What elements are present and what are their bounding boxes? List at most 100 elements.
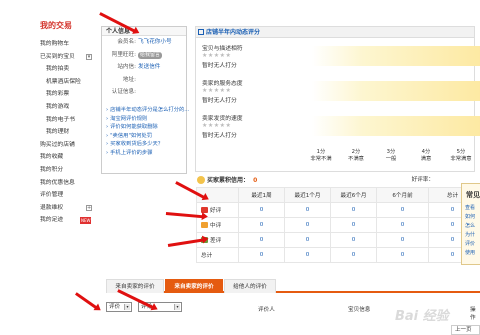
sidebar-item-label: 我的积分 — [40, 166, 64, 173]
credit-row-name: 好评 — [210, 208, 222, 214]
rating-select[interactable]: 评价 ▾ — [106, 302, 132, 312]
info-key: 认证信息: — [111, 89, 136, 96]
tab-given-to-others[interactable]: 给他人的评价 — [224, 279, 276, 293]
scale-step: 2分 不满意 — [341, 149, 371, 163]
scale-step: 5分 非常满意 — [446, 149, 476, 163]
credit-count-link[interactable]: 0 — [284, 247, 331, 263]
credit-count-link[interactable]: 0 — [330, 217, 377, 233]
wangwang-message-button[interactable]: 给我留言 — [138, 51, 163, 59]
credit-count-link[interactable]: 0 — [238, 247, 285, 263]
chevron-down-icon: ▾ — [174, 304, 180, 310]
credit-count-link[interactable]: 0 — [376, 232, 429, 248]
credit-count-link[interactable]: 0 — [238, 217, 285, 233]
praise-rate-label: 好评率： — [411, 177, 434, 183]
sidebar-item[interactable]: 购买过的店铺 — [40, 139, 100, 152]
sidebar-item[interactable]: 我的游戏 — [40, 101, 100, 114]
help-link[interactable]: 淘宝网评价规则 — [106, 115, 189, 124]
faq-link[interactable]: 查看 — [462, 204, 480, 213]
faq-link[interactable]: 如何 — [462, 213, 480, 222]
sidebar-title: 我的交易 — [40, 21, 72, 30]
help-link[interactable]: 买家收到货后多少天？ — [106, 140, 189, 149]
sidebar-item[interactable]: 我的优惠信息 — [40, 177, 100, 190]
tab-from-seller[interactable]: 来自卖家的评价 — [106, 279, 164, 293]
sidebar-item-label: 我的游戏 — [46, 103, 70, 110]
info-value-link[interactable]: 飞飞花你小号 — [138, 39, 172, 45]
sidebar-item[interactable]: 退款维权 + — [40, 202, 100, 215]
rating-status: 暂时无人打分 — [202, 63, 237, 69]
info-key: 阿里旺旺: — [111, 51, 136, 58]
rating-label: 卖家的服务态度 — [202, 81, 243, 87]
rating-stars: ★★★★★ — [202, 87, 232, 94]
info-key: 会员名: — [117, 39, 136, 45]
sidebar-item[interactable]: 我的电子书 — [40, 114, 100, 127]
sidebar-item[interactable]: 我的收藏 — [40, 151, 100, 164]
help-link[interactable]: 手机上评价的步骤 — [106, 149, 189, 158]
sidebar-item[interactable]: 已买到的宝贝 ▾ — [40, 51, 100, 64]
credit-count-link[interactable]: 0 — [238, 202, 285, 218]
rating-label: 卖家发货的速度 — [202, 116, 243, 122]
rating-type-icon — [201, 222, 208, 228]
new-badge: NEW — [80, 217, 92, 225]
smile-icon — [197, 176, 205, 184]
sidebar-item-label: 我的购物车 — [40, 41, 69, 47]
scale-score: 3分 — [386, 149, 396, 155]
credit-count-link[interactable]: 0 — [376, 247, 429, 263]
credit-row: 差评 0 0 0 0 0 — [196, 232, 477, 248]
scale-step: 1分 非常不满 — [306, 149, 336, 163]
rating-stars: ★★★★★ — [202, 52, 232, 59]
credit-count-link[interactable]: 0 — [376, 202, 429, 218]
help-link[interactable]: 店铺半年动态评分是怎么打分的... — [106, 106, 189, 115]
sidebar-item[interactable]: 我的购物车 — [40, 38, 100, 51]
faq-link[interactable]: 为什 — [462, 231, 480, 240]
tab-from-buyer[interactable]: 来自卖家的评价 — [165, 279, 223, 293]
faq-link[interactable]: 怎么 — [462, 222, 480, 231]
sidebar-item-label: 评价管理 — [40, 192, 64, 199]
credit-count-link[interactable]: 0 — [330, 202, 377, 218]
rating-row: 卖家发货的速度 ★★★★★ 暂时无人打分 — [202, 113, 480, 147]
prev-page-button[interactable]: 上一页 — [451, 325, 480, 335]
sidebar-item[interactable]: 我的彩票 — [40, 88, 100, 101]
column-header: 最近1个月 — [284, 187, 331, 203]
info-value-link[interactable]: 发送信件 — [138, 64, 160, 70]
sidebar-item[interactable]: 机票酒店保险 — [40, 76, 100, 89]
sidebar-item[interactable]: 评价管理 — [40, 189, 100, 202]
help-link[interactable]: 评价如何能获取删除 — [106, 123, 189, 132]
scale-score: 1分 — [316, 149, 326, 155]
sidebar-item-label: 我的电子书 — [46, 116, 75, 123]
sidebar-item[interactable]: 我的拍卖 — [40, 63, 100, 76]
credit-count-link[interactable]: 0 — [330, 247, 377, 263]
credit-row: 总计 0 0 0 0 0 — [196, 247, 477, 263]
sidebar-item-label: 我的彩票 — [46, 91, 70, 98]
rating-label: 宝贝与描述相符 — [202, 46, 243, 52]
sidebar-item-label: 购买过的店铺 — [40, 141, 75, 148]
column-header: 最近6个月 — [330, 187, 377, 203]
watermark-logo: Bai 经验 — [395, 309, 449, 324]
faq-link[interactable]: 评价 — [462, 240, 480, 249]
credit-count-link[interactable]: 0 — [284, 232, 331, 248]
buyer-credit-title: 买家累积信用： — [207, 177, 250, 184]
info-row: 阿里旺旺: 给我留言 — [102, 49, 186, 62]
credit-count-link[interactable]: 0 — [284, 202, 331, 218]
scale-text: 非常满意 — [450, 156, 472, 162]
rating-row: 卖家的服务态度 ★★★★★ 暂时无人打分 — [202, 78, 480, 112]
rating-bar — [312, 116, 480, 136]
faq-link[interactable]: 使用 — [462, 249, 480, 258]
faq-title: 常见 — [466, 191, 480, 199]
scale-score: 2分 — [351, 149, 361, 155]
sidebar-item[interactable]: 我的积分 — [40, 164, 100, 177]
credit-count-link[interactable]: 0 — [376, 217, 429, 233]
credit-count-link[interactable]: 0 — [238, 232, 285, 248]
sidebar-item-label: 我的拍卖 — [46, 66, 70, 73]
help-link[interactable]: "卖信用"如何处罚 — [106, 132, 189, 141]
personal-info-panel: 个人信息 会员名: 飞飞花你小号 阿里旺旺: 给我留言 站内信: 发送信件 地址: 认证信息:… — [101, 26, 189, 174]
chevron-down-icon: ▾ — [124, 304, 130, 310]
sidebar-item[interactable]: 我的理财 — [40, 126, 100, 139]
sidebar-item[interactable]: 我的足迹 NEW — [40, 214, 100, 227]
credit-count-link[interactable]: 0 — [284, 217, 331, 233]
rating-status: 暂时无人打分 — [202, 98, 237, 104]
credit-count-link[interactable]: 0 — [330, 232, 377, 248]
expand-icon: + — [86, 204, 92, 211]
info-row: 会员名: 飞飞花你小号 — [102, 36, 186, 49]
rating-bar — [312, 81, 480, 101]
help-links: 店铺半年动态评分是怎么打分的...淘宝网评价规则评价如何能获取删除"卖信用"如何… — [106, 106, 189, 158]
